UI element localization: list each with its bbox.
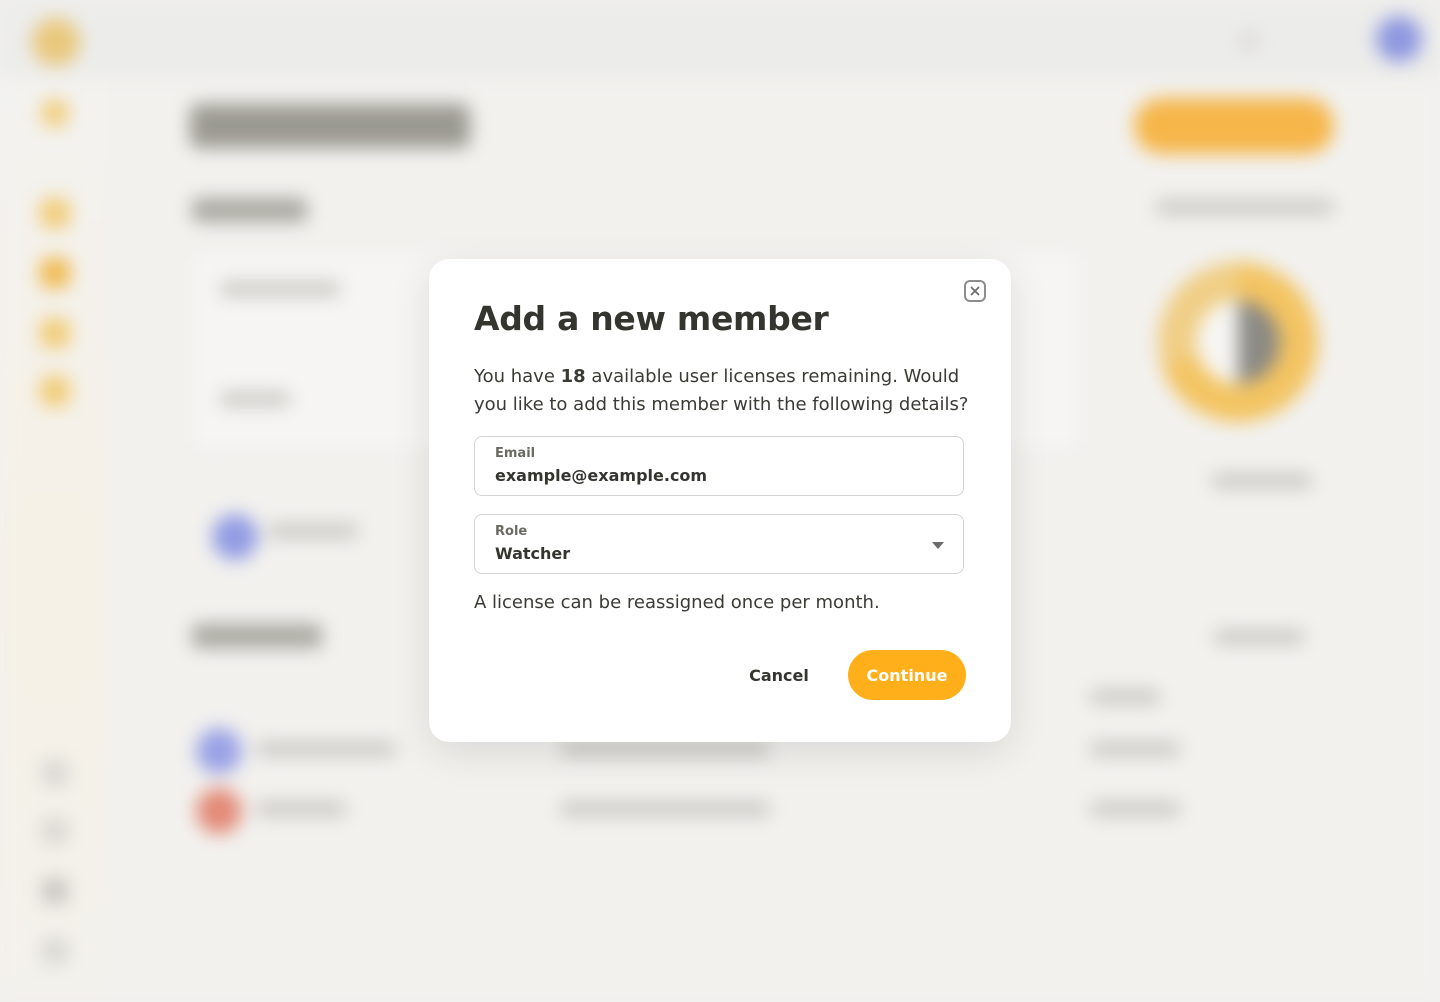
sidebar-icon — [40, 376, 70, 406]
member-name — [256, 742, 396, 756]
usage-chart-center — [1196, 300, 1280, 384]
role-select[interactable]: Role Watcher — [474, 514, 964, 574]
dialog-title: Add a new member — [474, 299, 829, 338]
email-input[interactable] — [495, 466, 935, 485]
notification-icon — [1240, 32, 1258, 50]
license-note: A license can be reassigned once per mon… — [474, 592, 880, 613]
section-link — [1214, 630, 1304, 644]
member-role — [1090, 742, 1180, 756]
app-logo — [32, 18, 80, 66]
column-header — [1090, 690, 1160, 704]
email-label: Email — [495, 446, 536, 461]
owner-name — [268, 524, 358, 538]
cancel-button[interactable]: Cancel — [729, 650, 829, 700]
field-value — [220, 282, 340, 296]
page-title — [190, 104, 470, 148]
sidebar-icon — [40, 258, 70, 288]
close-icon — [970, 286, 980, 296]
continue-button[interactable]: Continue — [848, 650, 966, 700]
sidebar-icon — [42, 818, 68, 844]
user-avatar — [1376, 16, 1422, 62]
member-role — [1090, 802, 1180, 816]
sidebar-icon — [42, 878, 68, 904]
top-bar — [0, 0, 1440, 78]
sidebar-icon — [42, 760, 68, 786]
field-value — [220, 392, 290, 406]
primary-action-button — [1134, 98, 1334, 154]
avatar — [196, 728, 242, 774]
close-button[interactable] — [964, 280, 986, 302]
description-prefix: You have — [474, 366, 561, 387]
chevron-down-icon[interactable] — [932, 542, 944, 549]
sidebar-icon — [40, 198, 70, 228]
member-name — [256, 802, 346, 816]
section-title — [192, 198, 307, 222]
sidebar-icon — [42, 100, 68, 126]
sidebar-icon — [40, 318, 70, 348]
add-member-dialog: Add a new member You have 18 available u… — [429, 259, 1011, 742]
section-link — [1156, 200, 1334, 214]
avatar — [212, 514, 258, 560]
member-email — [560, 742, 770, 756]
email-field[interactable]: Email — [474, 436, 964, 496]
license-count: 18 — [560, 366, 586, 387]
role-label: Role — [495, 524, 528, 539]
dialog-description: You have 18 available user licenses rema… — [474, 363, 974, 419]
section-title — [192, 624, 322, 648]
member-email — [560, 802, 770, 816]
role-value: Watcher — [495, 544, 571, 563]
chart-label — [1212, 474, 1312, 488]
sidebar-icon — [42, 938, 68, 964]
avatar — [196, 788, 242, 834]
